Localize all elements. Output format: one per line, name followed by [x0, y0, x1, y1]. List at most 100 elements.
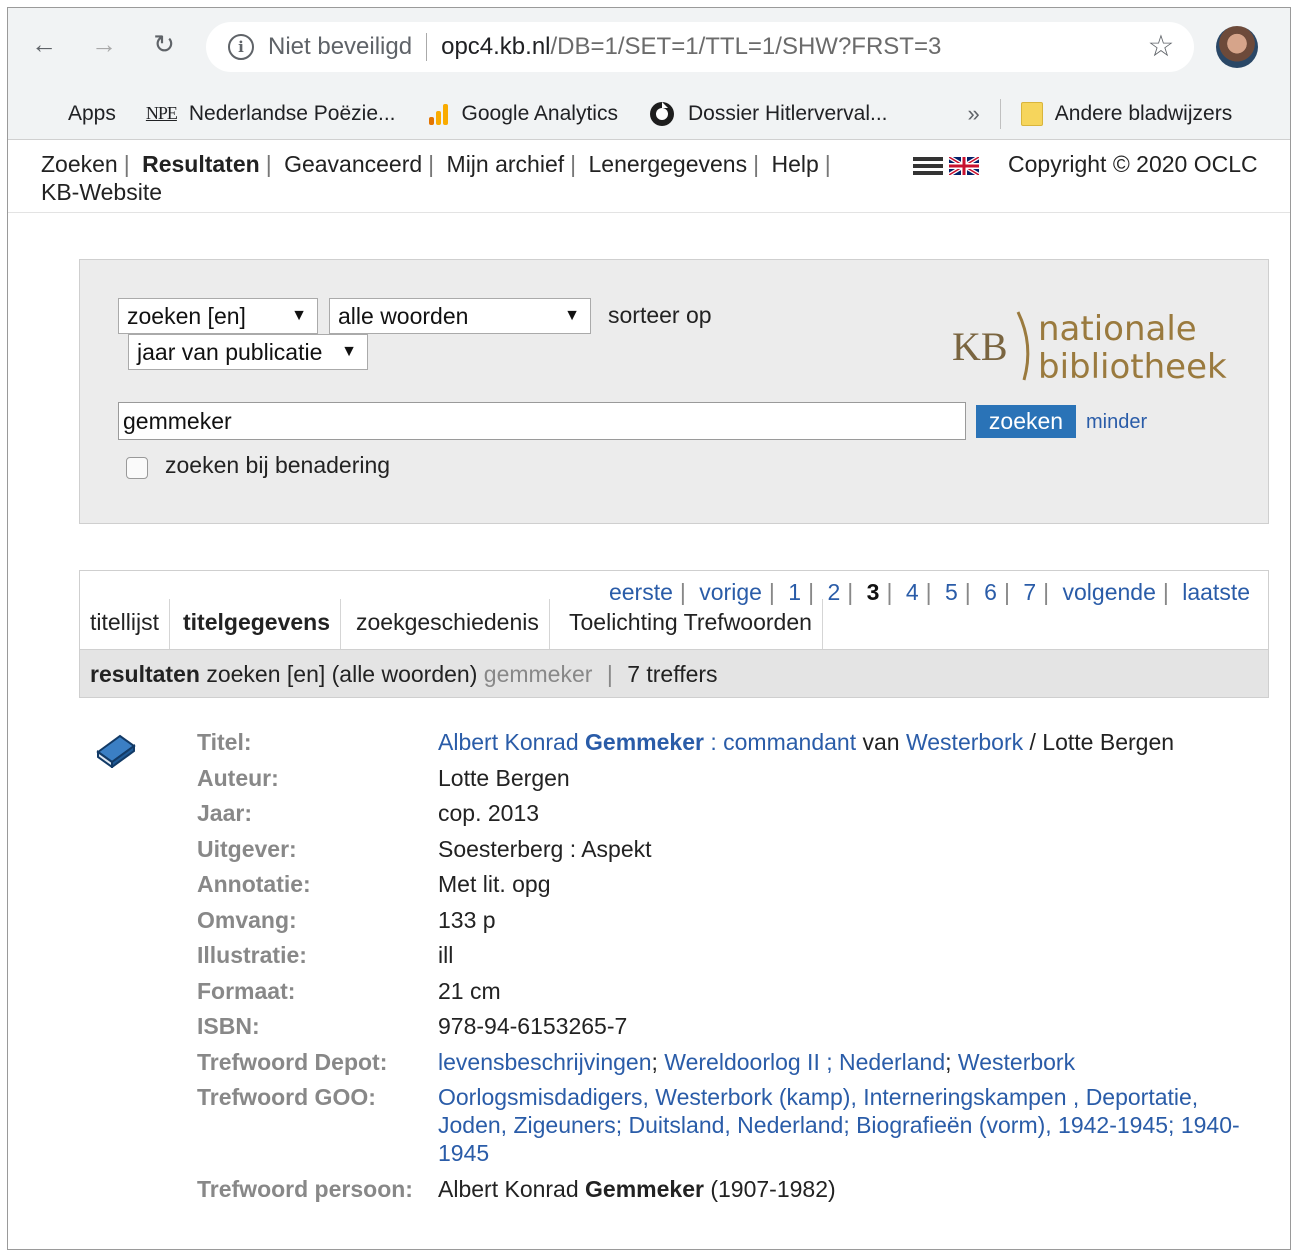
pager-last[interactable]: laatste: [1182, 579, 1250, 605]
search-input[interactable]: [118, 402, 966, 440]
pager-page-6[interactable]: 6: [984, 579, 997, 605]
pager-separator: |: [886, 579, 893, 605]
person-name[interactable]: Albert Konrad: [438, 1176, 585, 1202]
pager-page-2[interactable]: 2: [827, 579, 840, 605]
record-row-year: Jaar: cop. 2013: [197, 799, 1257, 827]
mode-select[interactable]: alle woorden ▼: [329, 298, 591, 334]
pager-first[interactable]: eerste: [609, 579, 673, 605]
pager-page-7[interactable]: 7: [1023, 579, 1036, 605]
nav-separator: |: [265, 151, 272, 177]
pager-separator: |: [925, 579, 932, 605]
record-row-isbn: ISBN: 978-94-6153265-7: [197, 1012, 1257, 1040]
record-row-publisher: Uitgever: Soesterberg : Aspekt: [197, 835, 1257, 863]
pager-page-1[interactable]: 1: [788, 579, 801, 605]
pager-separator: |: [847, 579, 854, 605]
nav-divider: [8, 212, 1290, 213]
record-label: Omvang:: [197, 906, 297, 933]
bookmark-npe[interactable]: NPE Nederlandse Poëzie...: [146, 102, 396, 126]
site-navigation: Zoeken | Resultaten | Geavanceerd | Mijn ar…: [41, 150, 1281, 206]
approximate-search-checkbox[interactable]: [126, 457, 148, 479]
keyword-link[interactable]: Wereldoorlog II ; Nederland: [664, 1049, 945, 1075]
author-link[interactable]: Lotte Bergen: [438, 764, 1257, 792]
bookmark-label: Dossier Hitlerverval...: [687, 101, 888, 125]
record-illustration: ill: [438, 942, 454, 968]
bookmark-star-icon[interactable]: ☆: [1144, 30, 1178, 64]
keyword-link[interactable]: Oorlogsmisdadigers, Westerbork (kamp): [438, 1084, 850, 1110]
title-link-westerbork[interactable]: Westerbork: [906, 729, 1023, 755]
record-title: Albert Konrad Gemmeker : commandant van …: [438, 728, 1257, 756]
bookmark-dossier[interactable]: Dossier Hitlerverval...: [648, 100, 888, 128]
bookmark-google-analytics[interactable]: Google Analytics: [426, 102, 618, 126]
tab-titelgegevens[interactable]: titelgegevens: [173, 599, 341, 649]
title-link-gemmeker[interactable]: Gemmeker: [585, 729, 704, 755]
language-selector[interactable]: [913, 157, 979, 175]
info-icon[interactable]: i: [228, 34, 254, 60]
keyword-link[interactable]: levensbeschrijvingen: [438, 1049, 652, 1075]
record-isbn: 978-94-6153265-7: [438, 1013, 628, 1039]
keyword-link[interactable]: Interneringskampen: [863, 1084, 1066, 1110]
field-select[interactable]: zoeken [en] ▼: [118, 298, 318, 334]
pager-separator: |: [808, 579, 815, 605]
less-options-link[interactable]: minder: [1086, 411, 1147, 434]
nav-help[interactable]: Help: [771, 151, 818, 177]
bookmark-label: Google Analytics: [461, 101, 618, 125]
nav-resultaten[interactable]: Resultaten: [142, 151, 260, 177]
title-author: / Lotte Bergen: [1023, 729, 1175, 755]
nav-geavanceerd[interactable]: Geavanceerd: [284, 151, 422, 177]
more-bookmarks-icon[interactable]: »: [968, 101, 980, 127]
person-years: (1907-1982): [703, 1175, 836, 1202]
apps-grid-icon: [32, 102, 56, 126]
results-label: resultaten: [90, 661, 200, 687]
pager-next[interactable]: volgende: [1063, 579, 1156, 605]
tab-toelichting-trefwoorden[interactable]: Toelichting Trefwoorden: [559, 599, 823, 649]
title-link-name[interactable]: Albert Konrad: [438, 729, 585, 755]
results-count: 7 treffers: [627, 661, 718, 687]
nav-mijn-archief[interactable]: Mijn archief: [447, 151, 565, 177]
nav-lenergegevens[interactable]: Lenergegevens: [589, 151, 748, 177]
search-button[interactable]: zoeken: [976, 405, 1076, 438]
book-icon: [96, 734, 136, 768]
back-icon[interactable]: ←: [28, 28, 60, 60]
record-label: Auteur:: [197, 764, 279, 791]
record-label: Annotatie:: [197, 871, 311, 897]
sort-select-value: jaar van publicatie: [137, 339, 323, 365]
mode-select-value: alle woorden: [338, 303, 469, 329]
dossier-icon: [648, 100, 676, 128]
bookmark-apps[interactable]: Apps: [32, 102, 116, 126]
record-row-title: Titel: Albert Konrad Gemmeker : commanda…: [197, 728, 1257, 756]
browser-window: ← → ↻ i Niet beveiligd opc4.kb.nl/DB=1/S…: [7, 7, 1291, 1250]
bookmarks-divider: [999, 98, 1001, 129]
kb-logo-mark: KB: [952, 324, 1008, 369]
uk-flag-icon[interactable]: [949, 157, 979, 175]
forward-icon[interactable]: →: [88, 28, 120, 60]
sort-label: sorteer op: [608, 302, 712, 328]
nav-zoeken[interactable]: Zoeken: [41, 151, 118, 177]
menu-icon[interactable]: [913, 157, 943, 175]
keyword-link[interactable]: Biografieën (vorm), 1942-1945: [856, 1112, 1168, 1138]
analytics-icon: [426, 102, 450, 126]
keyword-link[interactable]: Westerbork: [958, 1049, 1075, 1075]
address-bar[interactable]: i Niet beveiligd opc4.kb.nl/DB=1/SET=1/T…: [206, 22, 1194, 72]
tab-zoekgeschiedenis[interactable]: zoekgeschiedenis: [346, 599, 550, 649]
nav-kb-website[interactable]: KB-Website: [41, 179, 162, 205]
url-host: opc4.kb.nl: [441, 33, 551, 60]
sort-select[interactable]: jaar van publicatie ▼: [128, 334, 368, 370]
pager-page-5[interactable]: 5: [945, 579, 958, 605]
pager-separator: |: [1162, 579, 1169, 605]
pager-page-4[interactable]: 4: [906, 579, 919, 605]
keyword-link[interactable]: Duitsland, Nederland: [629, 1112, 844, 1138]
record-label: Illustratie:: [197, 942, 307, 968]
publisher-link[interactable]: Soesterberg : Aspekt: [438, 835, 1257, 863]
results-summary: resultaten zoeken [en] (alle woorden) ge…: [80, 649, 1268, 697]
title-link-commandant[interactable]: commandant: [723, 729, 856, 755]
bookmark-other[interactable]: Andere bladwijzers: [1020, 101, 1232, 126]
results-query: gemmeker: [483, 661, 593, 687]
record-year: cop. 2013: [438, 800, 540, 826]
tab-titellijst[interactable]: titellijst: [80, 599, 171, 649]
person-surname[interactable]: Gemmeker: [585, 1176, 704, 1202]
title-word: van: [856, 729, 906, 755]
pager-separator: |: [1043, 579, 1050, 605]
profile-avatar[interactable]: [1216, 26, 1258, 68]
reload-icon[interactable]: ↻: [148, 28, 180, 60]
pager-prev[interactable]: vorige: [699, 579, 762, 605]
